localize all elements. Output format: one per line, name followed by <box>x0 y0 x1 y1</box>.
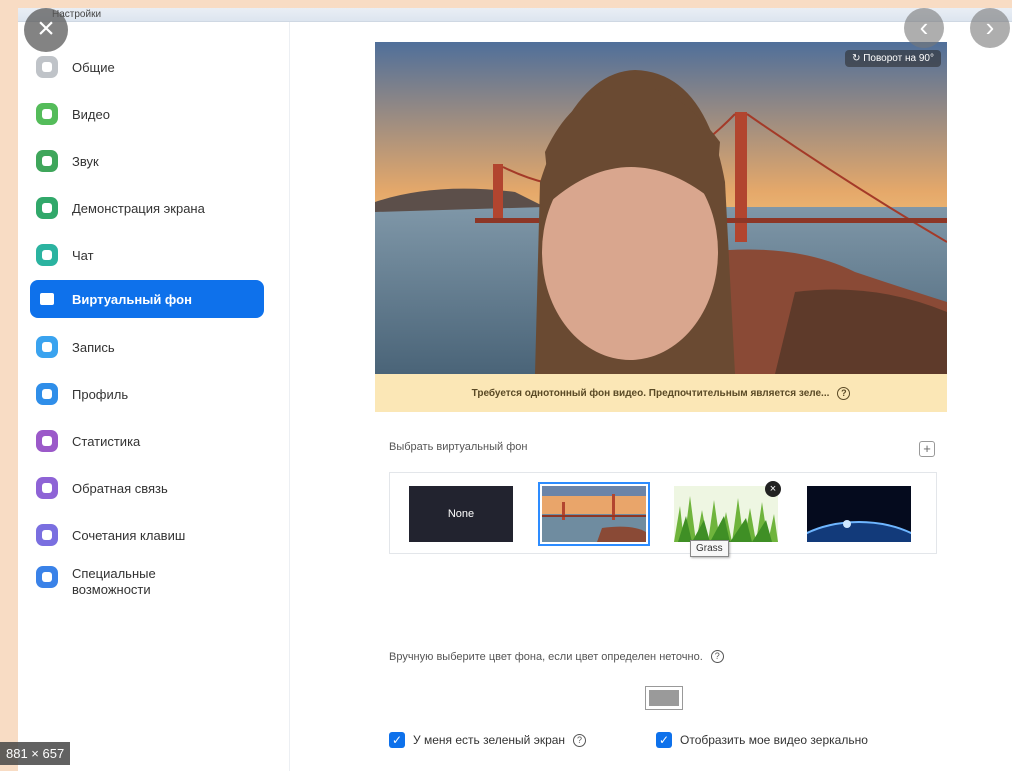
sidebar-item-recording[interactable]: Запись <box>30 328 264 366</box>
sidebar-item-feedback[interactable]: Обратная связь <box>30 469 264 507</box>
help-icon[interactable]: ? <box>710 650 724 663</box>
chevron-left-icon[interactable]: ‹ <box>904 8 944 48</box>
sidebar-item-label: Специальные возможности <box>72 566 156 597</box>
green-screen-checkbox[interactable]: ✓ <box>389 732 405 748</box>
sidebar-item-general[interactable]: Общие <box>30 48 264 86</box>
window-titlebar: Настройки <box>18 8 1012 22</box>
sidebar-item-label: Статистика <box>72 433 141 449</box>
image-dimensions-label: 881 × 657 <box>0 742 71 765</box>
remove-background-button[interactable]: × <box>765 481 781 497</box>
sidebar-item-statistics[interactable]: Статистика <box>30 422 264 460</box>
warning-bar: Требуется однотонный фон видео. Предпочт… <box>375 374 947 412</box>
rotate-label: Поворот на 90° <box>863 53 934 64</box>
sidebar-item-audio[interactable]: Звук <box>30 142 264 180</box>
screen-share-icon <box>36 197 58 219</box>
golden-gate-thumbnail <box>542 486 646 542</box>
background-grass[interactable] <box>674 486 778 542</box>
sidebar-item-label: Общие <box>72 59 115 75</box>
chat-bubble-icon <box>36 244 58 266</box>
color-swatch-fill <box>649 690 679 706</box>
background-none-label: None <box>447 508 475 520</box>
green-screen-label: У меня есть зеленый экран <box>413 733 566 747</box>
choose-background-label: Выбрать виртуальный фон <box>389 441 528 453</box>
sidebar-item-label: Демонстрация экрана <box>72 200 205 216</box>
chevron-right-icon[interactable]: › <box>970 8 1010 48</box>
sidebar: Общие Видео Звук Демонстрация экрана Чат… <box>18 22 290 771</box>
sidebar-item-screen-share[interactable]: Демонстрация экрана <box>30 189 264 227</box>
mirror-video-row: ✓ Отобразить мое видео зеркально <box>656 732 868 748</box>
sidebar-item-label: Виртуальный фон <box>72 291 192 307</box>
manual-color-label: Вручную выберите цвет фона, если цвет оп… <box>389 650 703 663</box>
sidebar-item-profile[interactable]: Профиль <box>30 375 264 413</box>
earth-thumbnail <box>807 486 911 542</box>
video-preview: ↻ Поворот на 90° <box>375 42 947 374</box>
background-golden-gate[interactable] <box>538 482 650 546</box>
accessibility-icon <box>36 566 58 588</box>
sidebar-item-virtual-background[interactable]: Виртуальный фон <box>30 280 264 318</box>
manual-color-row: Вручную выберите цвет фона, если цвет оп… <box>389 650 724 663</box>
green-screen-row: ✓ У меня есть зеленый экран ? <box>389 732 587 748</box>
record-icon <box>36 336 58 358</box>
bridge-background-image <box>375 42 947 374</box>
profile-icon <box>36 383 58 405</box>
sidebar-item-chat[interactable]: Чат <box>30 236 264 274</box>
mirror-video-label: Отобразить мое видео зеркально <box>680 733 868 747</box>
sidebar-item-label: Профиль <box>72 386 129 402</box>
sidebar-item-accessibility[interactable]: Специальные возможности <box>30 560 264 610</box>
sidebar-item-label: Видео <box>72 106 110 122</box>
video-camera-icon <box>36 103 58 125</box>
close-icon[interactable]: × <box>24 8 68 52</box>
sidebar-item-label: Обратная связь <box>72 480 168 496</box>
virtual-background-icon <box>36 288 58 310</box>
sidebar-item-label: Чат <box>72 247 94 263</box>
background-color-picker[interactable] <box>645 686 683 710</box>
rotate-button[interactable]: ↻ Поворот на 90° <box>845 50 941 67</box>
help-icon[interactable]: ? <box>573 733 587 747</box>
mirror-video-checkbox[interactable]: ✓ <box>656 732 672 748</box>
warning-text: Требуется однотонный фон видео. Предпочт… <box>471 387 830 399</box>
background-none[interactable]: None <box>409 486 513 542</box>
bar-chart-icon <box>36 430 58 452</box>
background-list: None <box>389 472 937 554</box>
keyboard-icon <box>36 524 58 546</box>
background-earth[interactable] <box>807 486 911 542</box>
sidebar-item-label: Сочетания клавиш <box>72 527 186 543</box>
smiley-icon <box>36 477 58 499</box>
rotate-icon: ↻ <box>852 53 864 64</box>
add-background-button[interactable]: + <box>919 441 935 457</box>
headphones-icon <box>36 150 58 172</box>
sidebar-item-keyboard-shortcuts[interactable]: Сочетания клавиш <box>30 516 264 554</box>
sidebar-item-video[interactable]: Видео <box>30 95 264 133</box>
sidebar-item-label: Запись <box>72 339 115 355</box>
tooltip: Grass <box>690 540 729 557</box>
grass-thumbnail <box>674 486 778 542</box>
sidebar-item-label: Звук <box>72 153 99 169</box>
gear-icon <box>36 56 58 78</box>
help-icon[interactable]: ? <box>837 386 851 400</box>
